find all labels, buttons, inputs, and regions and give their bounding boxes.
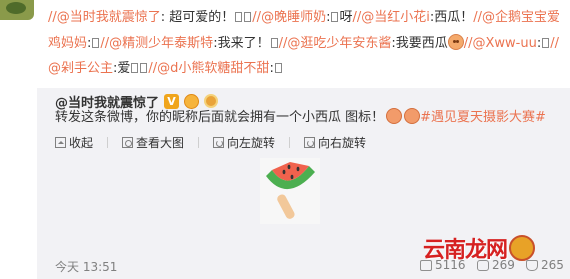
emoji-icon (386, 108, 403, 124)
rotate-right-button[interactable]: 向右旋转 (304, 134, 366, 151)
missing-glyph-icon (244, 12, 252, 22)
post-time[interactable]: 今天 13:51 (55, 258, 117, 275)
repost-chain-text: //@当时我就震惊了: 超可爱的！//@晚睡师奶: 呀//@当红小花i:西瓜！//… (48, 5, 563, 82)
repost-comment-text: :我要西瓜 (391, 35, 448, 51)
comment-count: 269 (492, 258, 515, 272)
rotate-right-icon (304, 137, 316, 148)
collapse-icon (55, 137, 66, 148)
topic-link[interactable]: #遇见夏天摄影大赛# (420, 110, 546, 125)
original-post-text: 转发这条微博，你的昵称后面就会拥有一个小西瓜 图标！ #遇见夏天摄影大赛# (55, 107, 560, 129)
repost-separator: // (100, 35, 110, 51)
missing-glyph-icon (140, 63, 148, 73)
comment-button[interactable]: 269 (477, 258, 515, 272)
mention-link[interactable]: @晚睡师奶 (261, 10, 326, 25)
achievement-star-icon[interactable] (204, 94, 219, 108)
repost-comment-text: : (536, 35, 542, 51)
rotate-left-label: 向左旋转 (227, 136, 276, 150)
missing-glyph-icon (274, 63, 282, 73)
repost-comment-text: : (326, 10, 331, 25)
watermelon-popsicle-icon (266, 162, 315, 219)
mention-link[interactable]: @剁手公主 (48, 61, 113, 76)
post-footer: 今天 13:51 5116 269 265 (37, 253, 570, 279)
mention-link[interactable]: @精测少年泰斯特 (109, 36, 213, 51)
repost-comment-text: : (269, 61, 274, 76)
repost-icon (420, 259, 432, 271)
media-toolbar: 收起 查看大图 向左旋转 向右旋转 (55, 134, 366, 151)
emoji-icon (447, 33, 464, 50)
watermelon-seed (296, 166, 300, 172)
missing-glyph-icon (131, 63, 139, 73)
repost-comment-text: :爱 (113, 61, 131, 76)
watermelon-seed (290, 174, 294, 180)
mention-link[interactable]: @逛吃少年安东酱 (287, 36, 391, 51)
zoom-icon (122, 137, 134, 148)
comment-icon (477, 259, 489, 271)
repost-comment-text: 呀 (339, 10, 353, 25)
watermelon-seed (287, 164, 291, 170)
repost-separator: // (463, 35, 473, 51)
repost-comment-text: :我来了！ (213, 35, 270, 51)
popsicle-stick (277, 194, 295, 219)
original-body: 转发这条微博，你的昵称后面就会拥有一个小西瓜 图标！ (55, 110, 385, 125)
missing-glyph-icon (235, 12, 243, 22)
collapse-label: 收起 (69, 136, 94, 150)
repost-separator: // (352, 10, 362, 25)
rotate-right-label: 向右旋转 (318, 136, 367, 150)
avatar[interactable] (0, 0, 34, 20)
repost-count: 5116 (435, 258, 466, 272)
view-large-label: 查看大图 (136, 136, 185, 150)
like-icon (526, 259, 538, 271)
missing-glyph-icon (270, 37, 278, 48)
collapse-button[interactable]: 收起 (55, 134, 93, 151)
repost-separator: // (550, 35, 560, 51)
missing-glyph-icon (92, 37, 100, 48)
mention-link[interactable]: @d小熊软糖甜不甜 (157, 61, 269, 76)
toolbar-divider (107, 137, 109, 148)
repost-comment-text: :西瓜！ (429, 10, 474, 25)
like-count: 265 (541, 258, 564, 272)
toolbar-divider (198, 137, 200, 148)
toolbar-divider (289, 137, 291, 148)
repost-separator: // (473, 10, 483, 25)
watermelon-seed (282, 169, 286, 175)
repost-comment-text: : (87, 35, 92, 51)
rotate-left-icon (213, 137, 225, 148)
missing-glyph-icon (542, 37, 550, 48)
missing-glyph-icon (331, 12, 339, 22)
repost-separator: // (252, 10, 262, 25)
rotate-left-button[interactable]: 向左旋转 (213, 134, 275, 151)
mention-link[interactable]: @Xww-uu (473, 36, 537, 51)
repost-separator: // (48, 10, 57, 25)
repost-button[interactable]: 5116 (420, 258, 466, 272)
view-large-button[interactable]: 查看大图 (122, 134, 184, 151)
post-image[interactable] (260, 158, 320, 224)
like-button[interactable]: 265 (526, 258, 564, 272)
mention-link[interactable]: @当红小花i (361, 10, 430, 25)
repost-separator: // (148, 61, 158, 76)
emoji-icon (404, 108, 421, 124)
repost-comment-text: : 超可爱的！ (160, 10, 235, 25)
mention-link[interactable]: @当时我就震惊了 (57, 10, 161, 25)
